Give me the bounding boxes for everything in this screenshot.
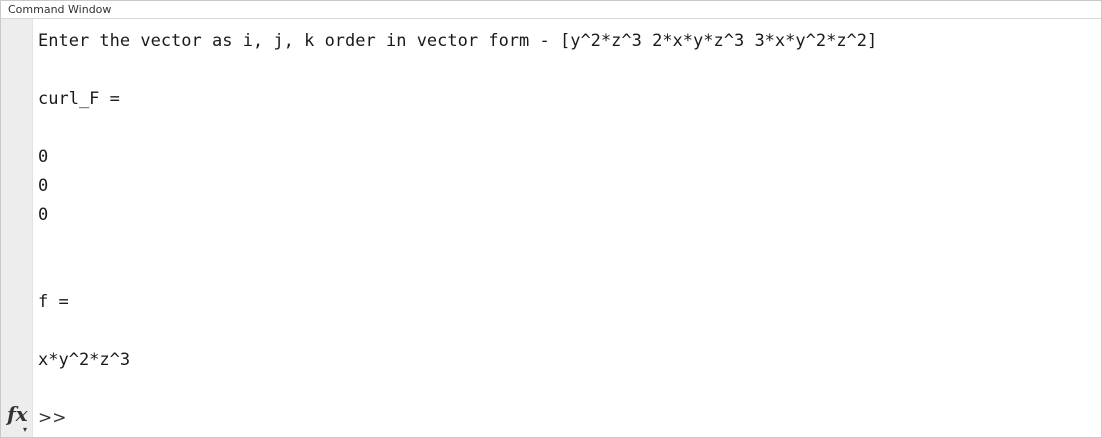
command-window-titlebar: Command Window <box>1 1 1101 19</box>
f-value: x*y^2*z^3 <box>38 350 131 370</box>
left-gutter <box>1 19 33 437</box>
curl-value-j: 0 <box>38 176 49 196</box>
chevron-down-icon: ▾ <box>23 424 28 434</box>
window-title: Command Window <box>8 3 112 16</box>
function-browser-icon[interactable]: fx ▾ <box>7 402 31 434</box>
curl-f-header: curl_F = <box>38 89 120 109</box>
curl-value-i: 0 <box>38 147 49 167</box>
command-prompt[interactable]: >> <box>38 408 67 428</box>
fx-label: fx <box>7 402 28 426</box>
curl-value-k: 0 <box>38 205 49 225</box>
command-window: Command Window Enter the vector as i, j,… <box>0 0 1102 438</box>
input-prompt-line: Enter the vector as i, j, k order in vec… <box>38 31 878 51</box>
f-header: f = <box>38 292 69 312</box>
